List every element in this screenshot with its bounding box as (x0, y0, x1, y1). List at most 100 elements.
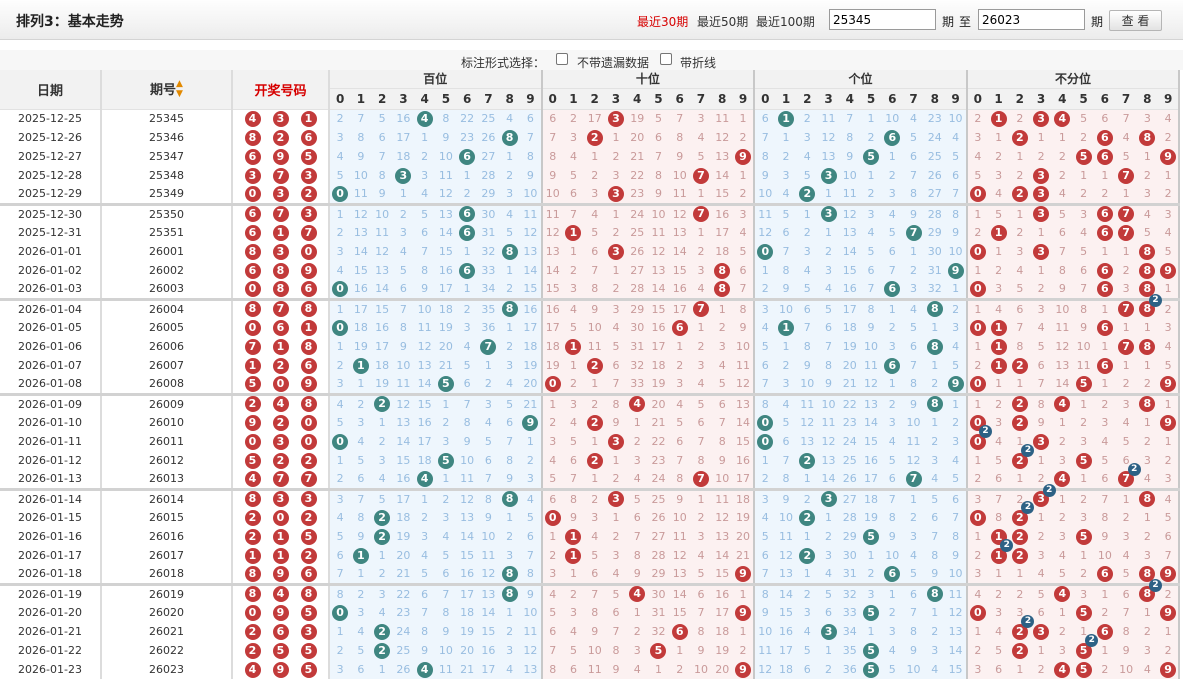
missing-count-cell: 1 (477, 356, 499, 375)
hit-number-cell: 6 (1094, 318, 1116, 337)
hit-number-cell: 7 (690, 166, 712, 185)
view-button[interactable]: 查 看 (1109, 10, 1162, 31)
missing-count-cell: 1 (1072, 166, 1095, 185)
missing-count-cell: 11 (435, 166, 457, 185)
winning-ball: 1 (272, 547, 289, 564)
missing-count-cell: 7 (817, 337, 840, 356)
missing-count-cell: 8 (329, 582, 351, 603)
hit-number-cell: 3 (605, 432, 627, 451)
winning-ball: 9 (272, 604, 289, 621)
missing-count-cell: 10 (881, 109, 903, 128)
missing-count-cell: 8 (796, 337, 818, 356)
hit-number-cell: 1 (562, 527, 585, 546)
missing-count-cell: 1 (499, 318, 521, 337)
from-issue-input[interactable] (829, 9, 936, 30)
hit-number-cell: 3 (1030, 242, 1052, 261)
missing-count-cell: 2 (966, 470, 988, 489)
polyline-checkbox[interactable] (660, 53, 672, 65)
hit-number-cell: 6 (456, 261, 478, 280)
missing-count-cell: 33 (839, 603, 861, 622)
hit-number-cell: 5 (1072, 603, 1095, 622)
missing-count-cell: 2 (329, 470, 351, 489)
missing-count-cell: 8 (775, 470, 797, 489)
missing-count-cell: 3 (817, 261, 840, 280)
missing-count-cell: 1 (329, 297, 351, 318)
missing-count-cell: 3 (626, 451, 648, 470)
missing-count-cell: 14 (541, 261, 563, 280)
hit-number-cell: 9 (1157, 261, 1181, 280)
hit-ball: 0 (969, 280, 986, 297)
hit-ball: 0 (332, 604, 349, 621)
winning-ball: 0 (300, 414, 317, 431)
missing-count-cell: 4 (987, 185, 1010, 204)
missing-count-cell: 10 (350, 166, 372, 185)
hit-number-cell: 8 (1136, 128, 1158, 147)
missing-count-cell: 12 (817, 128, 840, 147)
missing-count-cell: 1 (414, 128, 436, 147)
winning-ball: 8 (244, 565, 261, 582)
missing-count-cell: 4 (796, 147, 818, 166)
hit-ball: 5 (1075, 528, 1092, 545)
missing-count-cell: 3 (456, 318, 478, 337)
hit-ball: 6 (1096, 206, 1113, 223)
missing-count-cell: 18 (711, 622, 733, 641)
missing-count-cell: 3 (796, 603, 818, 622)
table-row: 2025-12-26 25346 8 2 6 3 8 6 17 1 9 23 26 8 7 7 3 2 1 20 6 8 4… (0, 128, 1181, 147)
missing-count-cell: 10 (860, 337, 882, 356)
range-recent-100[interactable]: 最近100期 (756, 13, 815, 30)
table-row: 2026-01-05 26005 0 6 1 0 18 16 8 11 19 3 36 1 17 17 5 10 4… (0, 318, 1181, 337)
missing-count-cell: 15 (669, 261, 691, 280)
digit-header: 4 (1051, 88, 1073, 110)
date-cell: 2026-01-12 (0, 451, 102, 470)
range-recent-50[interactable]: 最近50期 (697, 13, 748, 30)
hit-ball: 5 (650, 642, 667, 659)
missing-data-checkbox[interactable] (556, 53, 568, 65)
hit-ball: 2 (1011, 185, 1028, 202)
missing-count-cell: 2 (477, 375, 499, 394)
missing-count-cell: 5 (1051, 565, 1073, 584)
winning-ball: 1 (300, 319, 317, 336)
range-recent-30[interactable]: 最近30期 (637, 13, 688, 30)
hit-number-cell: 1 (987, 356, 1010, 375)
missing-count-cell: 2 (1136, 432, 1158, 451)
missing-count-cell: 13 (711, 147, 733, 166)
missing-count-cell: 1 (1157, 622, 1181, 641)
missing-count-cell: 5 (1094, 451, 1116, 470)
missing-count-cell: 1 (945, 280, 968, 299)
winning-number-cell: 830 (232, 242, 330, 261)
missing-count-cell: 9 (605, 660, 627, 679)
missing-count-cell: 11 (754, 641, 776, 660)
missing-count-cell: 2 (924, 375, 946, 394)
missing-count-cell: 5 (775, 202, 797, 223)
missing-count-cell: 5 (796, 166, 818, 185)
missing-count-cell: 23 (392, 603, 414, 622)
sort-arrows-icon[interactable]: ▲ ▼ (176, 79, 183, 99)
missing-count-cell: 4 (796, 622, 818, 641)
hit-ball: 7 (905, 470, 922, 487)
issue-column-header[interactable]: 期号▲ ▼ (101, 70, 233, 110)
missing-count-cell: 4 (987, 297, 1010, 318)
missing-count-cell: 3 (520, 470, 543, 489)
missing-count-cell: 21 (392, 565, 414, 584)
missing-count-cell: 1 (541, 392, 563, 413)
missing-count-cell: 21 (520, 392, 543, 413)
missing-count-cell: 7 (839, 109, 861, 128)
missing-count-cell: 8 (350, 128, 372, 147)
missing-count-cell: 4 (1115, 546, 1137, 565)
hit-number-cell: 2 (371, 508, 393, 527)
missing-count-cell: 7 (562, 202, 585, 223)
missing-count-cell: 2 (690, 508, 712, 527)
missing-count-cell: 1 (796, 565, 818, 584)
hit-number-cell: 8 (499, 128, 521, 147)
missing-count-cell: 14 (669, 582, 691, 603)
to-issue-input[interactable] (978, 9, 1085, 30)
missing-count-cell: 10 (1051, 297, 1073, 318)
missing-count-cell: 9 (754, 166, 776, 185)
missing-count-cell: 2 (456, 185, 478, 204)
missing-count-cell: 2 (1030, 660, 1052, 679)
hit-ball: 2 (799, 185, 816, 202)
hit-number-cell: 2 (584, 128, 606, 147)
missing-count-cell: 2 (1136, 622, 1158, 641)
hit-ball: 2 (1011, 129, 1028, 146)
tens-group-header: 十位 (541, 70, 756, 89)
